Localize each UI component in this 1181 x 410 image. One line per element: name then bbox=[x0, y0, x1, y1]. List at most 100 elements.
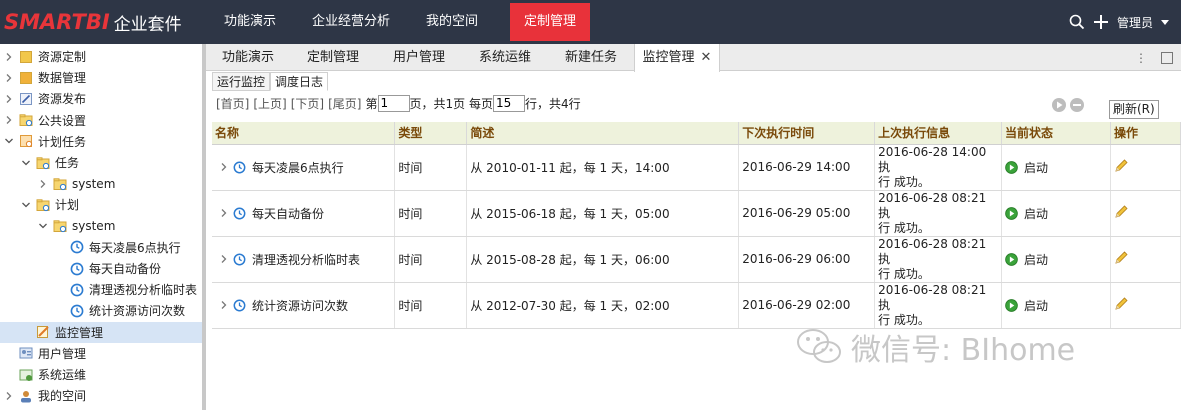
sidebar-item[interactable]: 统计资源访问次数 bbox=[0, 300, 202, 321]
col-desc[interactable]: 简述 bbox=[466, 122, 740, 145]
chevron-down-icon[interactable] bbox=[1161, 19, 1169, 25]
chevron-right-icon[interactable] bbox=[38, 179, 48, 189]
chevron-right-icon[interactable] bbox=[219, 162, 229, 172]
col-type[interactable]: 类型 bbox=[394, 122, 468, 145]
pager-page-suffix: 页，共1页 每页 bbox=[409, 96, 493, 111]
chevron-right-icon[interactable] bbox=[4, 52, 14, 62]
cell-action bbox=[1110, 144, 1181, 191]
sidebar-item-label: 资源发布 bbox=[38, 92, 87, 107]
nav-item-custom[interactable]: 定制管理 bbox=[510, 3, 591, 41]
cell-next-time: 2016-06-29 02:00 bbox=[738, 282, 876, 329]
play-status-icon bbox=[1005, 206, 1018, 220]
edit-pencil-icon[interactable] bbox=[1114, 250, 1129, 265]
search-icon[interactable] bbox=[1069, 14, 1085, 30]
sidebar-item[interactable]: 系统运维 bbox=[0, 364, 202, 385]
clock-icon bbox=[70, 283, 84, 297]
watermark-text: 微信号: BIhome bbox=[851, 333, 1076, 368]
chevron-right-icon[interactable] bbox=[219, 254, 229, 264]
pager-last[interactable]: [尾页] bbox=[328, 95, 361, 112]
play-circle-icon[interactable] bbox=[1051, 97, 1067, 113]
more-icon[interactable]: ⋮ bbox=[1135, 51, 1147, 65]
tab-bar: 功能演示 定制管理 用户管理 系统运维 新建任务 监控管理 ✕ ⋮ bbox=[206, 44, 1181, 72]
status-text: 启动 bbox=[1024, 160, 1049, 175]
system-folder-icon bbox=[53, 177, 67, 190]
sidebar-item-label: 我的空间 bbox=[38, 389, 87, 404]
edit-pencil-icon[interactable] bbox=[1114, 296, 1129, 311]
table-row[interactable]: 清理透视分析临时表 时间从 2015-08-28 起，每 1 天，06:00 201… bbox=[212, 236, 1181, 283]
chevron-down-icon[interactable] bbox=[21, 200, 31, 210]
col-next-time[interactable]: 下次执行时间 bbox=[738, 122, 876, 145]
sidebar-item[interactable]: 每天自动备份 bbox=[0, 258, 202, 279]
sidebar-item[interactable]: 每天凌晨6点执行 bbox=[0, 237, 202, 258]
user-menu[interactable]: 管理员 bbox=[1117, 14, 1153, 31]
cell-last-info: 2016-06-28 08:21 执行 成功。 bbox=[874, 236, 1003, 283]
sidebar-item-label: 用户管理 bbox=[38, 346, 87, 361]
play-status-icon bbox=[1005, 160, 1018, 174]
watermark: 微信号: BIhome bbox=[795, 325, 1075, 369]
spacer-icon bbox=[55, 306, 65, 316]
subtab-log[interactable]: 调度日志 bbox=[270, 72, 329, 91]
chevron-right-icon[interactable] bbox=[4, 94, 14, 104]
sidebar-item[interactable]: 清理透视分析临时表 bbox=[0, 279, 202, 300]
edit-pencil-icon[interactable] bbox=[1114, 158, 1129, 173]
col-last-info[interactable]: 上次执行信息 bbox=[874, 122, 1003, 145]
page-size-input[interactable] bbox=[492, 94, 525, 112]
logo: SMARTBI 企业套件 bbox=[0, 0, 206, 44]
sidebar-item[interactable]: 资源发布 bbox=[0, 88, 202, 109]
sidebar-item[interactable]: 计划任务 bbox=[0, 131, 202, 152]
edit-pencil-icon[interactable] bbox=[1114, 204, 1129, 219]
sidebar-item[interactable]: 资源定制 bbox=[0, 46, 202, 67]
tab-custom[interactable]: 定制管理 bbox=[290, 44, 376, 71]
sidebar-item-label: 系统运维 bbox=[38, 368, 87, 382]
col-name[interactable]: 名称 bbox=[212, 122, 396, 145]
tab-demo[interactable]: 功能演示 bbox=[206, 44, 290, 71]
sidebar-item[interactable]: 监控管理 bbox=[0, 321, 202, 343]
last-info-line1: 2016-06-28 08:21 执 bbox=[878, 282, 987, 312]
page-number-input[interactable] bbox=[377, 94, 410, 112]
sidebar-item[interactable]: system bbox=[0, 173, 202, 194]
tab-monitor[interactable]: 监控管理 ✕ bbox=[634, 44, 720, 72]
chevron-right-icon[interactable] bbox=[219, 208, 229, 218]
add-icon[interactable] bbox=[1093, 14, 1109, 30]
col-status[interactable]: 当前状态 bbox=[1001, 122, 1111, 145]
stop-circle-icon[interactable] bbox=[1069, 97, 1085, 113]
chevron-right-icon[interactable] bbox=[4, 73, 14, 83]
chevron-down-icon[interactable] bbox=[4, 136, 14, 146]
table-row[interactable]: 每天凌晨6点执行 时间从 2010-01-11 起，每 1 天，14:00 2016… bbox=[212, 144, 1181, 191]
nav-item-business[interactable]: 企业经营分析 bbox=[294, 0, 408, 44]
pager-first[interactable]: [首页] bbox=[216, 95, 249, 112]
cell-desc: 从 2015-08-28 起，每 1 天，06:00 bbox=[466, 236, 740, 283]
close-icon[interactable]: ✕ bbox=[701, 44, 712, 71]
sidebar-item[interactable]: 任务 bbox=[0, 152, 202, 173]
pager-next[interactable]: [下页] bbox=[291, 95, 324, 112]
tab-user[interactable]: 用户管理 bbox=[376, 44, 462, 71]
refresh-button[interactable]: 刷新(R) bbox=[1109, 100, 1159, 119]
cell-desc: 从 2012-07-30 起，每 1 天，02:00 bbox=[466, 282, 740, 329]
tab-newtask[interactable]: 新建任务 bbox=[548, 44, 634, 71]
sidebar-item[interactable]: 我的空间 bbox=[0, 385, 202, 406]
top-right-tools: 管理员 bbox=[1069, 0, 1169, 44]
subtab-running[interactable]: 运行监控 bbox=[212, 72, 271, 91]
nav-item-demo[interactable]: 功能演示 bbox=[206, 0, 294, 44]
monitor-icon bbox=[37, 326, 49, 339]
sidebar-item[interactable]: system bbox=[0, 216, 202, 237]
pager-prev[interactable]: [上页] bbox=[253, 95, 286, 112]
nav-item-myspace[interactable]: 我的空间 bbox=[408, 0, 496, 44]
chevron-right-icon[interactable] bbox=[219, 300, 229, 310]
table-row[interactable]: 每天自动备份 时间从 2015-06-18 起，每 1 天，05:00 2016-0… bbox=[212, 190, 1181, 237]
maximize-icon[interactable] bbox=[1161, 51, 1173, 64]
clock-icon bbox=[233, 253, 246, 265]
chevron-right-icon[interactable] bbox=[4, 115, 14, 125]
sidebar-item[interactable]: 用户管理 bbox=[0, 343, 202, 364]
chevron-down-icon[interactable] bbox=[21, 158, 31, 168]
sidebar-item[interactable]: 数据管理 bbox=[0, 67, 202, 88]
top-bar: SMARTBI 企业套件 功能演示 企业经营分析 我的空间 定制管理 管理员 bbox=[0, 0, 1181, 44]
sidebar-item[interactable]: 公共设置 bbox=[0, 110, 202, 131]
tab-ops[interactable]: 系统运维 bbox=[462, 44, 548, 71]
chevron-right-icon[interactable] bbox=[4, 391, 14, 401]
sidebar-item-label: 清理透视分析临时表 bbox=[89, 283, 198, 298]
table-row[interactable]: 统计资源访问次数 时间从 2012-07-30 起，每 1 天，02:00 2016… bbox=[212, 282, 1181, 329]
sidebar-item[interactable]: 计划 bbox=[0, 194, 202, 215]
chevron-down-icon[interactable] bbox=[38, 221, 48, 231]
clock-icon bbox=[233, 207, 246, 219]
